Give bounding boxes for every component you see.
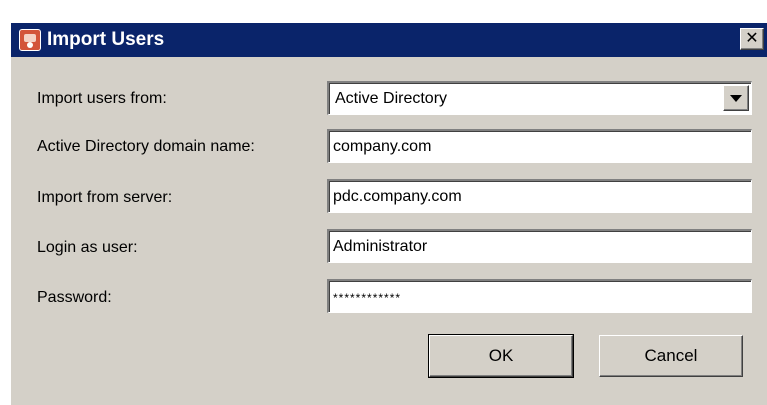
server-label: Import from server: [37,189,173,206]
import-source-select[interactable]: Active Directory [327,81,752,115]
domain-label: Active Directory domain name: [37,138,255,155]
login-label: Login as user: [37,239,138,256]
server-input[interactable] [327,179,752,213]
password-label: Password: [37,289,112,306]
dropdown-arrow-button[interactable] [723,85,749,111]
password-input[interactable] [327,279,752,313]
ok-button[interactable]: OK [428,334,574,378]
chevron-down-icon [730,94,742,102]
title-bar[interactable]: Import Users ✕ [11,23,767,57]
import-users-dialog: Import Users ✕ Import users from: Active… [10,22,767,405]
import-source-value: Active Directory [335,90,448,107]
close-button[interactable]: ✕ [740,28,764,50]
dialog-title: Import Users [47,29,165,50]
close-icon: ✕ [745,30,759,47]
app-icon [19,29,41,51]
cancel-button[interactable]: Cancel [599,335,743,377]
import-from-label: Import users from: [37,90,167,107]
domain-name-input[interactable] [327,129,752,163]
login-user-input[interactable] [327,229,752,263]
